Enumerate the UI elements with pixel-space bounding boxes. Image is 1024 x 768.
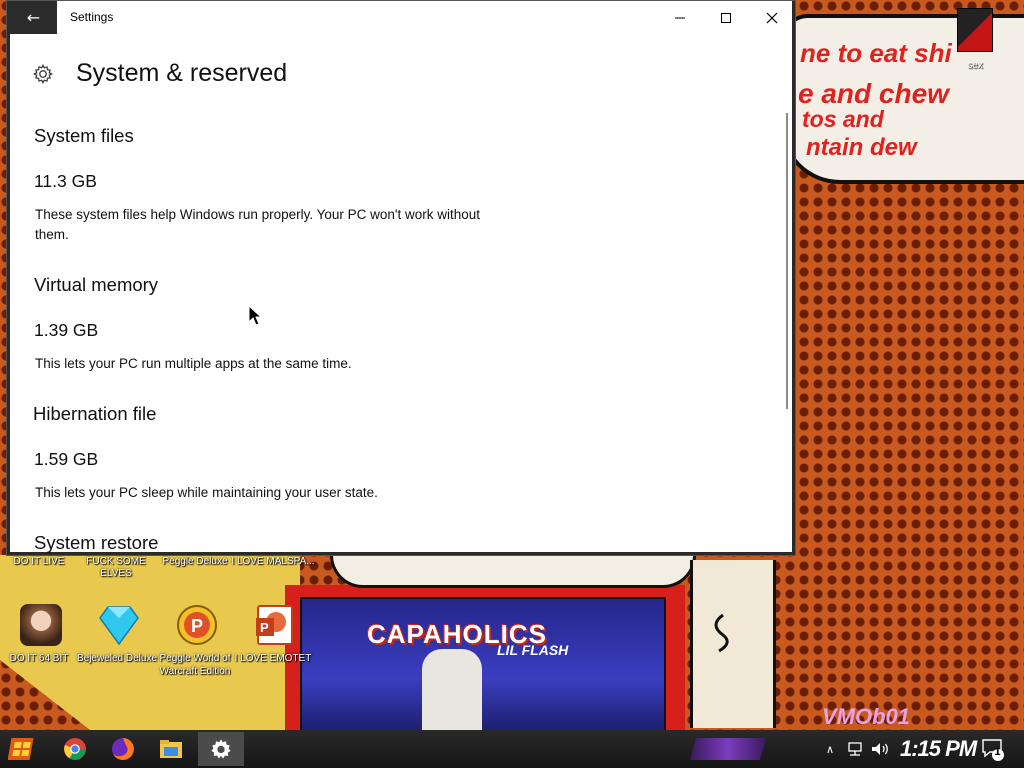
section-title: Hibernation file	[33, 403, 157, 424]
taskbar-clock[interactable]: 1:15 PM	[900, 736, 977, 762]
taskbar: ∧ 1:15 PM 1	[0, 730, 1024, 768]
section-size: 1.59 GB	[34, 449, 99, 469]
volume-icon	[872, 743, 888, 755]
wallpaper-text-line: ntain dew	[806, 134, 917, 161]
section-size: 11.3 GB	[34, 171, 97, 191]
section-hibernation-file: Hibernation file 1.59 GB This lets your …	[33, 403, 378, 500]
taskbar-firefox-button[interactable]	[100, 732, 146, 766]
section-description: This lets your PC run multiple apps at t…	[35, 356, 352, 371]
action-center-button[interactable]: 1	[980, 730, 1006, 768]
portrait-icon	[20, 604, 62, 646]
show-hidden-icons-button[interactable]: ∧	[826, 730, 834, 768]
start-logo-icon	[8, 738, 34, 760]
close-icon	[766, 12, 778, 23]
section-size: 1.39 GB	[34, 320, 99, 340]
desktop-icon-label[interactable]: Peggle Deluxe	[152, 556, 238, 568]
mouse-cursor-icon	[248, 305, 263, 326]
taskbar-chrome-button[interactable]	[52, 732, 98, 766]
notification-count-badge: 1	[994, 747, 1001, 758]
wallpaper-squiggle-icon	[714, 613, 729, 653]
diamond-icon	[99, 606, 139, 646]
back-arrow-icon: ←	[26, 8, 41, 27]
album-figure	[422, 649, 482, 732]
title-bar[interactable]: ← Settings	[10, 1, 792, 34]
chevron-up-icon: ∧	[826, 742, 835, 756]
desktop-icon-bejeweled[interactable]: Bejeweled Deluxe	[74, 602, 160, 674]
minimize-icon	[675, 17, 685, 18]
wallpaper-text-line: tos and	[802, 106, 884, 132]
window-title: Settings	[70, 10, 114, 24]
section-title: Virtual memory	[34, 274, 159, 295]
desktop-icon-label[interactable]: I LOVE MALSPA...	[230, 556, 316, 568]
desktop-icon-i-love-emotet[interactable]: P I LOVE EMOTET	[230, 602, 316, 674]
volume-button[interactable]	[870, 730, 890, 768]
settings-icon	[211, 739, 231, 759]
desktop-icon-label: sex	[967, 60, 983, 71]
maximize-icon	[721, 12, 731, 23]
section-system-restore: System restore	[34, 532, 158, 554]
taskbar-file-explorer-button[interactable]	[148, 732, 194, 766]
desktop-icon-peggle-wow[interactable]: P Peggle World of Warcraft Edition	[152, 602, 238, 677]
wallpaper-cream-shape	[690, 560, 776, 728]
scrollbar[interactable]	[786, 113, 788, 409]
album-cover-image: CAPAHOLICS LIL FLASH	[300, 597, 666, 734]
desktop-icon-label: I LOVE EMOTET	[234, 653, 312, 664]
maximize-button[interactable]	[703, 1, 749, 34]
red-file-icon	[957, 8, 993, 52]
section-virtual-memory: Virtual memory 1.39 GB This lets your PC…	[34, 274, 352, 371]
section-title: System restore	[34, 532, 159, 553]
album-subtitle: LIL FLASH	[497, 642, 569, 658]
network-icon	[848, 742, 862, 756]
taskbar-decoration	[690, 738, 766, 760]
section-title: System files	[34, 125, 134, 146]
back-button[interactable]: ←	[10, 1, 57, 34]
start-button[interactable]	[4, 733, 42, 765]
desktop-icon-label: Bejeweled Deluxe	[76, 653, 158, 664]
notification-icon	[982, 739, 1004, 761]
page-title: System & reserved	[76, 59, 288, 87]
network-button[interactable]	[846, 730, 864, 768]
desktop-icon-label: DO IT 64 BIT	[9, 653, 69, 664]
gear-icon	[32, 63, 54, 85]
section-description: These system files help Windows run prop…	[35, 207, 481, 242]
desktop-icon-do-it-64-bit[interactable]: DO IT 64 BIT	[0, 602, 82, 674]
file-explorer-icon	[160, 740, 182, 758]
wallpaper-tag: VMOb01	[822, 704, 911, 729]
desktop-icon-label: Peggle World of Warcraft Edition	[159, 653, 231, 677]
section-system-files: System files 11.3 GB These system files …	[34, 125, 480, 242]
section-description: This lets your PC sleep while maintainin…	[35, 485, 378, 500]
settings-window: ← Settings System & reserved System file…	[6, 0, 796, 556]
close-button[interactable]	[749, 1, 795, 34]
wallpaper-face-shape	[330, 555, 696, 588]
svg-text:P: P	[260, 620, 269, 635]
desktop-icon-label[interactable]: DO IT LIVE	[0, 556, 82, 568]
wallpaper-text-line: ne to eat shi	[800, 38, 952, 68]
svg-text:P: P	[191, 616, 203, 636]
minimize-button[interactable]	[657, 1, 703, 34]
firefox-icon	[112, 738, 134, 760]
peggle-icon: P	[177, 605, 217, 645]
desktop-icon-label[interactable]: FUCK SOME ELVES	[73, 556, 159, 580]
chrome-icon	[64, 738, 86, 760]
desktop-icon-sex[interactable]: sex	[945, 6, 1005, 76]
powerpoint-icon: P	[256, 605, 293, 645]
taskbar-settings-button[interactable]	[198, 732, 244, 766]
